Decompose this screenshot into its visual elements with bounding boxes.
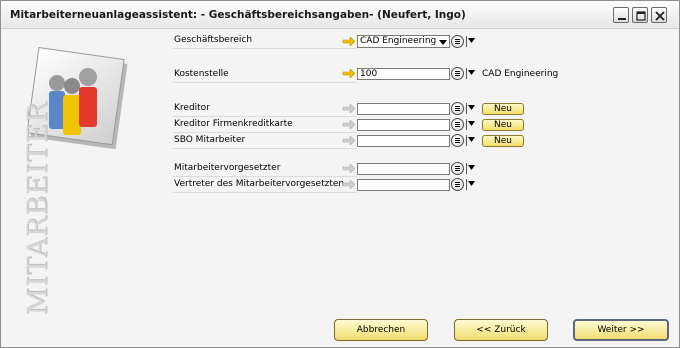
row-separator xyxy=(173,148,357,149)
window-title: Mitarbeiterneuanlageassistent: - Geschäf… xyxy=(10,9,466,21)
field-label-sbo-mitarbeiter: SBO Mitarbeiter xyxy=(174,135,246,145)
field-label-kostenstelle: Kostenstelle xyxy=(174,69,229,79)
kostenstelle-input[interactable]: 100 xyxy=(357,68,450,80)
list-selection-button[interactable] xyxy=(451,162,464,175)
field-label-geschaeftsbereich: Geschäftsbereich xyxy=(174,35,253,45)
link-arrow-icon xyxy=(342,104,355,113)
sbo-mitarbeiter-input[interactable] xyxy=(357,135,450,147)
link-arrow-icon xyxy=(342,164,355,173)
list-selection-button[interactable] xyxy=(451,178,464,191)
row-separator xyxy=(173,132,357,133)
field-label-kreditor: Kreditor xyxy=(174,103,210,113)
mitarbeitervorgesetzter-input[interactable] xyxy=(357,163,450,175)
vertreter-input[interactable] xyxy=(357,179,450,191)
link-arrow-icon[interactable] xyxy=(342,37,355,46)
maximize-icon xyxy=(636,11,646,21)
chevron-down-icon xyxy=(439,40,447,45)
row-separator xyxy=(173,48,357,49)
dropdown-arrow-icon[interactable] xyxy=(466,181,476,189)
minimize-icon xyxy=(618,18,626,20)
field-label-mitarbeitervorgesetzter: Mitarbeitervorgesetzter xyxy=(174,163,281,173)
row-separator xyxy=(173,82,357,83)
link-arrow-icon xyxy=(342,120,355,129)
list-selection-button[interactable] xyxy=(451,35,464,48)
dropdown-arrow-icon[interactable] xyxy=(466,105,476,113)
employee-logo: MITARBEITER xyxy=(15,43,133,316)
list-selection-button[interactable] xyxy=(451,102,464,115)
dropdown-arrow-icon[interactable] xyxy=(466,38,476,46)
field-label-kreditor-firmenkreditkarte: Kreditor Firmenkreditkarte xyxy=(174,119,293,129)
list-selection-button[interactable] xyxy=(451,118,464,131)
list-selection-button[interactable] xyxy=(451,67,464,80)
kreditor-input[interactable] xyxy=(357,103,450,115)
geschaeftsbereich-value: CAD Engineering xyxy=(360,36,437,46)
dropdown-arrow-icon[interactable] xyxy=(466,165,476,173)
list-selection-button[interactable] xyxy=(451,134,464,147)
title-bar: Mitarbeiterneuanlageassistent: - Geschäf… xyxy=(1,1,679,29)
neu-sbo-mitarbeiter-button[interactable]: Neu xyxy=(482,135,524,147)
row-separator xyxy=(173,192,357,193)
field-label-vertreter: Vertreter des Mitarbeitervorgesetzten xyxy=(174,179,345,189)
minimize-button[interactable] xyxy=(613,7,629,23)
cancel-button[interactable]: Abbrechen xyxy=(334,319,428,341)
close-icon xyxy=(655,11,665,21)
neu-kreditkarte-button[interactable]: Neu xyxy=(482,119,524,131)
link-arrow-icon xyxy=(342,136,355,145)
dropdown-arrow-icon[interactable] xyxy=(466,121,476,129)
maximize-button[interactable] xyxy=(632,7,648,23)
link-arrow-icon xyxy=(342,180,355,189)
row-separator xyxy=(173,176,357,177)
next-button[interactable]: Weiter >> xyxy=(573,319,669,341)
dropdown-arrow-icon[interactable] xyxy=(466,137,476,145)
back-button[interactable]: << Zurück xyxy=(454,319,548,341)
geschaeftsbereich-select[interactable]: CAD Engineering xyxy=(357,35,450,48)
row-separator xyxy=(173,116,357,117)
link-arrow-icon[interactable] xyxy=(342,69,355,78)
neu-kreditor-button[interactable]: Neu xyxy=(482,103,524,115)
kostenstelle-description: CAD Engineering xyxy=(482,69,559,79)
dropdown-arrow-icon[interactable] xyxy=(466,70,476,78)
logo-vertical-text: MITARBEITER xyxy=(22,101,54,316)
close-button[interactable] xyxy=(651,7,667,23)
wizard-window: Mitarbeiterneuanlageassistent: - Geschäf… xyxy=(0,0,680,348)
kreditor-firmenkreditkarte-input[interactable] xyxy=(357,119,450,131)
